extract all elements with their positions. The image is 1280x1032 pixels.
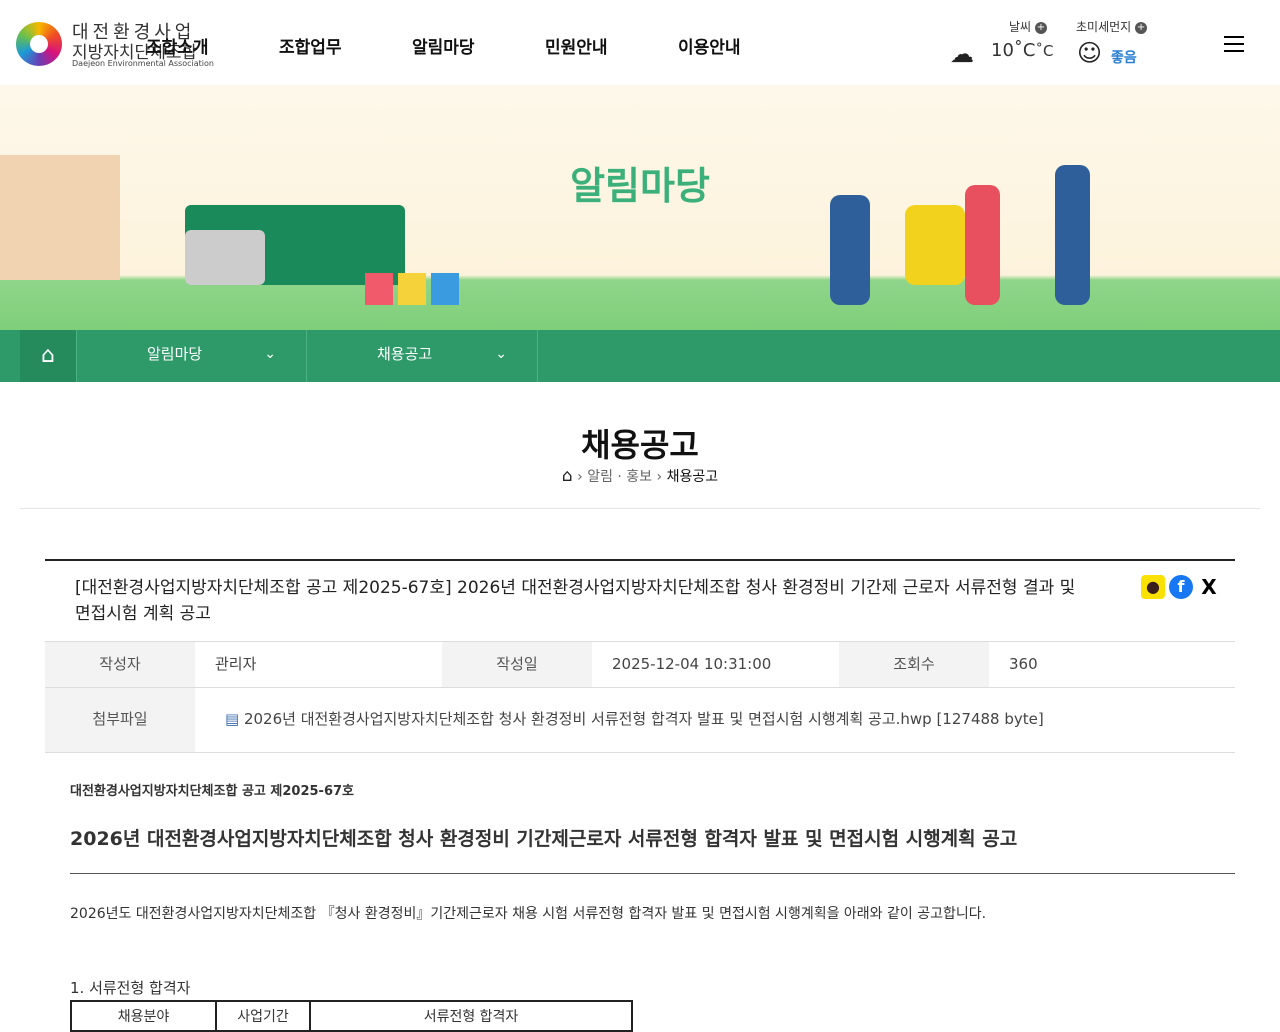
depth1-label: 알림마당 [147, 345, 203, 363]
depth2-label: 채용공고 [377, 345, 433, 363]
article: [대전환경사업지방자치단체조합 공고 제2025-67호] 2026년 대전환경… [45, 559, 1235, 753]
table-header: 채용분야 [70, 1000, 217, 1032]
nav-civil[interactable]: 민원안내 [545, 33, 608, 58]
temperature: 10˚C˚C [991, 40, 1054, 61]
chevron-down-icon: ⌄ [264, 346, 276, 362]
breadcrumb-item[interactable]: 알림 · 홍보 [587, 469, 652, 485]
result-table: 채용분야 사업기간 서류전형 합격자 [70, 1000, 633, 1032]
header: 대전환경사업 지방자치단체조합 Daejeon Environmental As… [0, 0, 1280, 85]
nav-about[interactable]: 조합소개 [146, 33, 209, 58]
file-link[interactable]: ▤ 2026년 대전환경사업지방자치단체조합 청사 환경정비 서류전형 합격자 … [195, 688, 1044, 752]
breadcrumb: ⌂ › 알림 · 홍보 › 채용공고 [561, 466, 719, 486]
weather-label[interactable]: 날씨 + [1009, 18, 1047, 35]
views: 360 [1009, 655, 1038, 673]
file-name[interactable]: 2026년 대전환경사업지방자치단체조합 청사 환경정비 서류전형 합격자 발표… [244, 710, 1044, 728]
date-label: 작성일 [442, 642, 592, 687]
logo-english: Daejeon Environmental Association [72, 59, 214, 68]
nav-business[interactable]: 조합업무 [279, 33, 342, 58]
depth2-dropdown[interactable]: 채용공고 ⌄ [307, 330, 538, 382]
depth1-dropdown[interactable]: 알림마당 ⌄ [76, 330, 307, 382]
facebook-icon[interactable]: f [1169, 575, 1193, 599]
views-label: 조회수 [839, 642, 989, 687]
article-heading: 2026년 대전환경사업지방자치단체조합 청사 환경정비 기간제근로자 서류전형… [70, 824, 1235, 874]
notice-number: 대전환경사업지방자치단체조합 공고 제2025-67호 [70, 784, 354, 799]
plus-icon: + [1135, 21, 1148, 34]
plus-icon: + [1034, 21, 1047, 34]
sub-navigation: ⌂ 알림마당 ⌄ 채용공고 ⌄ [0, 330, 1280, 382]
dust-value: 좋음 [1111, 50, 1137, 66]
dust-label[interactable]: 초미세먼지 + [1076, 18, 1148, 35]
banner: 알림마당 [0, 85, 1280, 330]
document-icon: ▤ [225, 710, 240, 728]
page-title: 채용공고 [581, 426, 699, 464]
nav-notice[interactable]: 알림마당 [412, 33, 475, 58]
smile-icon: ☺ [1077, 39, 1103, 67]
home-icon[interactable]: ⌂ [562, 466, 573, 486]
x-twitter-icon[interactable]: X [1197, 575, 1221, 599]
file-row: 첨부파일 ▤ 2026년 대전환경사업지방자치단체조합 청사 환경정비 서류전형… [45, 688, 1235, 753]
share-buttons: ● f X [1141, 575, 1221, 599]
chevron-down-icon: ⌄ [495, 346, 507, 362]
divider [20, 508, 1260, 509]
cloud-question-icon: ☁ [950, 40, 974, 68]
author: 관리자 [215, 655, 257, 673]
date: 2025-12-04 10:31:00 [612, 655, 772, 673]
article-title: [대전환경사업지방자치단체조합 공고 제2025-67호] 2026년 대전환경… [45, 561, 1235, 642]
truck-cab [185, 230, 265, 285]
table-header: 서류전형 합격자 [309, 1000, 633, 1032]
hamburger-menu-icon[interactable] [1224, 36, 1244, 52]
nav-guide[interactable]: 이용안내 [678, 33, 741, 58]
table-header: 사업기간 [215, 1000, 311, 1032]
intro-text: 2026년도 대전환경사업지방자치단체조합 『청사 환경정비』기간제근로자 채용… [70, 906, 987, 922]
logo-mark-icon [16, 22, 62, 66]
section-heading: 1. 서류전형 합격자 [70, 979, 191, 997]
meta-row: 작성자 관리자 작성일 2025-12-04 10:31:00 조회수 360 [45, 642, 1235, 688]
home-icon[interactable]: ⌂ [20, 330, 76, 382]
author-label: 작성자 [45, 642, 195, 687]
breadcrumb-current: 채용공고 [666, 469, 719, 485]
kakaotalk-icon[interactable]: ● [1141, 575, 1165, 599]
people-recycling-illustration [800, 145, 1180, 315]
file-label: 첨부파일 [45, 688, 195, 752]
